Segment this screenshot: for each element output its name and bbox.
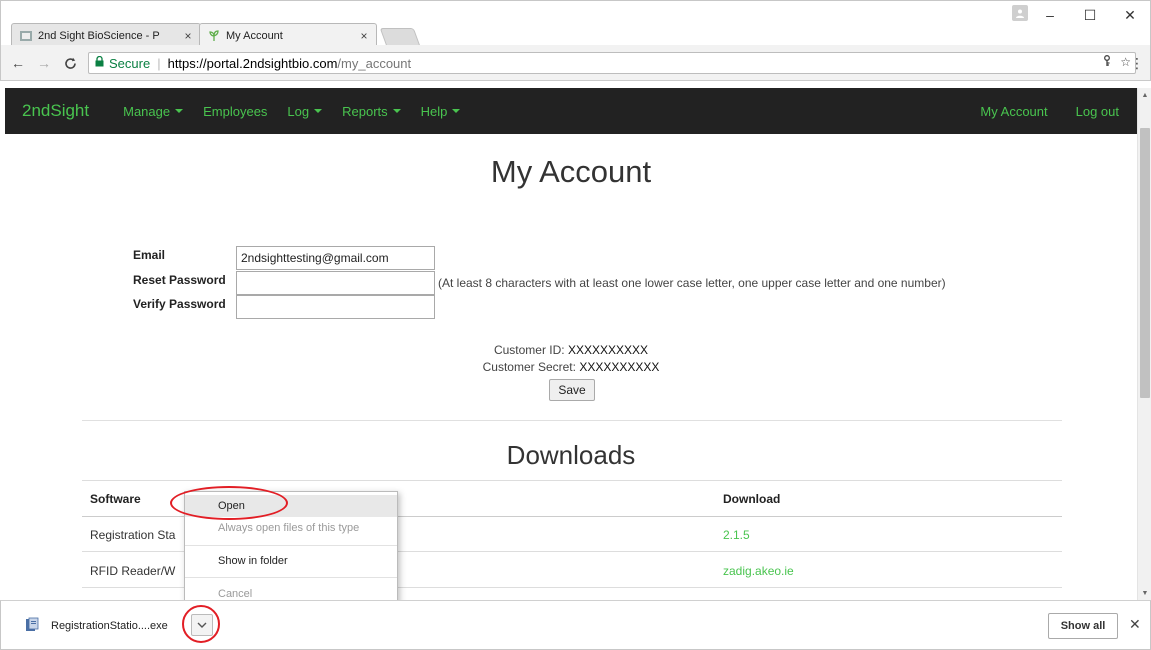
navbar-right: My Account Log out	[980, 104, 1119, 119]
url-host: https://portal.2ndsightbio.com	[167, 55, 338, 71]
tab-close-icon[interactable]: ×	[180, 29, 196, 43]
email-field[interactable]	[236, 246, 435, 270]
menu-item-open[interactable]: Open	[185, 495, 397, 517]
nav-log-label: Log	[287, 103, 310, 119]
page-content: My Account Email Reset Password (At leas…	[5, 134, 1137, 600]
nav-help[interactable]: Help	[421, 104, 461, 119]
nav-log-out[interactable]: Log out	[1076, 104, 1119, 119]
downloads-title: Downloads	[506, 440, 636, 470]
nav-manage[interactable]: Manage	[123, 103, 184, 119]
nav-employees[interactable]: Employees	[203, 104, 267, 119]
chevron-down-icon[interactable]	[191, 614, 213, 636]
menu-separator	[185, 577, 397, 578]
email-label: Email	[133, 248, 166, 262]
customer-id-line: Customer ID: XXXXXXXXXX	[5, 343, 1137, 357]
menu-item-show-in-folder[interactable]: Show in folder	[185, 550, 397, 572]
nav-reports-label: Reports	[342, 103, 388, 119]
browser-titlebar: 2nd Sight BioScience - P × My Account × …	[0, 0, 1151, 47]
forward-arrow-icon[interactable]: →	[35, 54, 53, 72]
new-tab-button[interactable]	[379, 28, 421, 46]
url-separator: |	[157, 55, 161, 71]
scroll-down-icon[interactable]: ▼	[1138, 586, 1151, 600]
customer-secret-value: XXXXXXXXXX	[579, 360, 660, 374]
omnibox-actions: ☆	[1102, 55, 1131, 70]
download-link-rfid[interactable]: zadig.akeo.ie	[723, 564, 794, 578]
nav-employees-label: Employees	[203, 103, 268, 119]
close-window-button[interactable]: ✕	[1110, 1, 1150, 29]
password-hint: (At least 8 characters with at least one…	[438, 276, 946, 290]
close-icon[interactable]: ✕	[1129, 616, 1141, 633]
back-arrow-icon[interactable]: ←	[9, 54, 27, 72]
table-cell-software: Registration Sta	[90, 528, 176, 542]
maximize-button[interactable]: ☐	[1070, 1, 1110, 29]
reset-password-field[interactable]	[236, 271, 435, 295]
scroll-thumb[interactable]	[1140, 128, 1150, 398]
page-title: My Account	[490, 154, 652, 189]
page-scrollbar[interactable]: ▲ ▼	[1137, 88, 1151, 600]
verify-password-field[interactable]	[236, 295, 435, 319]
url-path: /my_account	[337, 55, 412, 71]
section-divider	[82, 420, 1062, 421]
sprout-favicon-icon	[208, 29, 220, 42]
download-filename[interactable]: RegistrationStatio....exe	[51, 620, 168, 632]
tab-title: My Account	[226, 29, 283, 42]
tab-2nd-sight-bioscience[interactable]: 2nd Sight BioScience - P ×	[11, 23, 201, 47]
customer-id-label: Customer ID:	[493, 343, 565, 357]
window-controls: – ☐ ✕	[1030, 1, 1150, 29]
tab-title: 2nd Sight BioScience - P	[38, 29, 160, 42]
site-favicon-icon	[20, 30, 32, 42]
download-context-menu: Open Always open files of this type Show…	[184, 491, 398, 608]
profile-icon[interactable]	[1012, 5, 1028, 21]
header-download: Download	[723, 492, 781, 506]
table-rule	[82, 480, 1062, 481]
download-shelf: RegistrationStatio....exe Show all ✕	[0, 600, 1151, 650]
menu-item-always-open[interactable]: Always open files of this type	[185, 517, 397, 539]
caret-down-icon	[175, 109, 184, 113]
lock-icon	[95, 55, 104, 70]
nav-my-account[interactable]: My Account	[980, 104, 1047, 119]
table-cell-software: RFID Reader/W	[90, 564, 176, 578]
caret-down-icon	[392, 109, 401, 113]
key-icon[interactable]	[1102, 55, 1112, 70]
address-bar[interactable]: Secure | https://portal.2ndsightbio.com /…	[88, 52, 1136, 74]
nav-reports[interactable]: Reports	[342, 104, 401, 119]
minimize-button[interactable]: –	[1030, 1, 1070, 29]
secure-label: Secure	[109, 55, 151, 71]
brand-logo[interactable]: 2ndSight	[22, 101, 89, 121]
tab-my-account[interactable]: My Account ×	[199, 23, 377, 47]
chrome-menu-icon[interactable]: ⋮	[1130, 55, 1144, 72]
show-all-button[interactable]: Show all	[1048, 613, 1118, 639]
caret-down-icon	[452, 109, 461, 113]
header-software: Software	[90, 492, 141, 506]
customer-secret-label: Customer Secret:	[482, 360, 576, 374]
scroll-up-icon[interactable]: ▲	[1138, 88, 1151, 102]
save-button[interactable]: Save	[549, 379, 595, 401]
tab-close-icon[interactable]: ×	[356, 29, 372, 43]
reset-password-label: Reset Password	[133, 273, 226, 287]
customer-id-value: XXXXXXXXXX	[567, 343, 649, 357]
customer-secret-line: Customer Secret: XXXXXXXXXX	[5, 360, 1137, 374]
menu-separator	[185, 545, 397, 546]
browser-toolbar: ← → Secure | https://portal.2ndsightbio.…	[0, 45, 1151, 81]
caret-down-icon	[314, 109, 323, 113]
nav-manage-label: Manage	[123, 103, 171, 119]
reload-icon[interactable]	[61, 54, 79, 72]
verify-password-label: Verify Password	[133, 297, 226, 311]
exe-file-icon	[25, 617, 39, 633]
nav-help-label: Help	[420, 103, 448, 119]
nav-log[interactable]: Log	[287, 103, 323, 119]
app-navbar: 2ndSight Manage Employees Log Reports He…	[5, 88, 1137, 134]
download-link-registration[interactable]: 2.1.5	[723, 528, 750, 542]
